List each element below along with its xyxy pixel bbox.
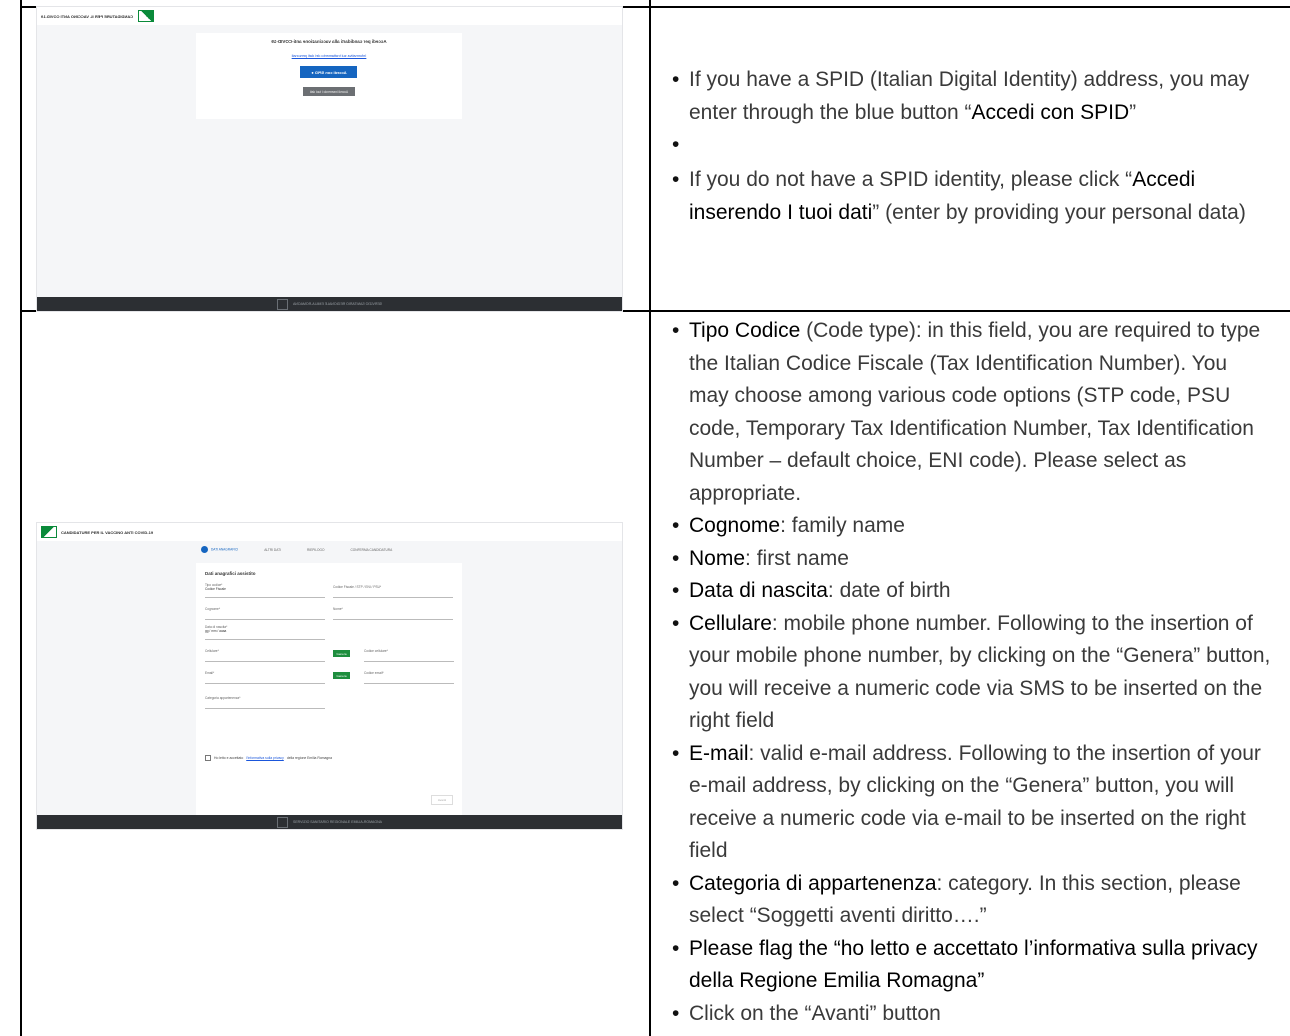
footer-text: SERVIZIO SANITARIO REGIONALE EMILIA-ROMA…: [293, 820, 382, 824]
tipo-codice-select[interactable]: Tipo codice* Codice Fiscale: [205, 583, 325, 598]
section-title: Dati anagrafici assistito: [205, 571, 256, 576]
form-instruction-item: E-mail: valid e-mail address. Following …: [672, 738, 1272, 868]
form-instruction-item: Cognome: family name: [672, 510, 1272, 543]
form-card: Dati anagrafici assistito Tipo codice* C…: [196, 563, 462, 815]
data-login-button[interactable]: Accedi inserendo i tuoi dati: [303, 87, 355, 96]
spid-login-button[interactable]: Accedi con SPID ●: [300, 66, 358, 78]
codice-fiscale-input[interactable]: Codice Fiscale / STP / ENI / PSU*: [333, 585, 453, 598]
login-header: CANDIDATURE PER IL VACCINO ANTI COVID-19: [37, 7, 622, 25]
instruction-no-spid: If you do not have a SPID identity, plea…: [672, 164, 1272, 229]
login-instructions: If you have a SPID (Italian Digital Iden…: [672, 64, 1272, 229]
form-instructions: Tipo Codice (Code type): in this field, …: [672, 315, 1272, 1030]
form-instruction-item: Tipo Codice (Code type): in this field, …: [672, 315, 1272, 510]
avanti-button[interactable]: Avanti: [431, 795, 453, 805]
cognome-input[interactable]: Cognome*: [205, 607, 325, 620]
privacy-info-link[interactable]: l'informativa sulla privacy: [246, 756, 284, 760]
step-2: ALTRI DATI: [264, 547, 281, 552]
cellulare-input[interactable]: Cellulare*: [205, 649, 325, 662]
form-instruction-item: Categoria di appartenenza: category. In …: [672, 868, 1272, 933]
spid-login-label: Accedi con SPID: [314, 69, 347, 75]
step-4: CONFERMA CANDIDATURA: [350, 547, 393, 552]
login-screenshot: CANDIDATURE PER IL VACCINO ANTI COVID-19…: [36, 6, 623, 312]
form-instruction-item: Please flag the “ho letto e accettato l’…: [672, 933, 1272, 998]
stepper: DATI ANAGRAFICI ALTRI DATI RIEPILOGO CON…: [201, 546, 392, 553]
footer-text: SERVIZIO SANITARIO REGIONALE EMILIA-ROMA…: [293, 302, 382, 306]
privacy-checkbox[interactable]: [205, 755, 211, 761]
form-instruction-item: Click on the “Avanti” button: [672, 998, 1272, 1031]
nome-input[interactable]: Nome*: [333, 607, 453, 620]
codice-cellulare-input[interactable]: Codice cellulare*: [364, 649, 454, 662]
categoria-select[interactable]: Categoria appartenenza*: [205, 696, 325, 709]
step-active-icon: [201, 546, 208, 553]
login-footer: SERVIZIO SANITARIO REGIONALE EMILIA-ROMA…: [37, 297, 622, 311]
login-card: Accedi per candidarti alla vaccinazione …: [196, 33, 462, 119]
privacy-link[interactable]: Informativa sul trattamento dei dati per…: [292, 54, 367, 58]
region-logo-icon: [138, 10, 155, 22]
form-footer: SERVIZIO SANITARIO REGIONALE EMILIA-ROMA…: [37, 815, 622, 829]
seal-icon: [277, 298, 289, 310]
spacer: [672, 129, 1272, 162]
form-header: CANDIDATURE PER IL VACCINO ANTI COVID-19: [37, 523, 622, 541]
seal-icon: [277, 816, 289, 828]
form-header-title: CANDIDATURE PER IL VACCINO ANTI COVID-19: [61, 529, 154, 535]
region-logo-icon: [41, 526, 57, 538]
data-nascita-input[interactable]: Data di nascita* gg / mm / aaaa: [205, 625, 325, 640]
login-header-title: CANDIDATURE PER IL VACCINO ANTI COVID-19: [41, 13, 134, 19]
form-instruction-item: Data di nascita: date of birth: [672, 575, 1272, 608]
table-left-border: [20, 0, 22, 1036]
table-column-divider: [649, 0, 651, 1036]
codice-email-input[interactable]: Codice email*: [364, 671, 454, 684]
email-input[interactable]: Email*: [205, 671, 325, 684]
form-instruction-item: Cellulare: mobile phone number. Followin…: [672, 608, 1272, 738]
user-icon: ●: [311, 69, 314, 75]
step-1: DATI ANAGRAFICI: [201, 546, 238, 553]
login-card-title: Accedi per candidarti alla vaccinazione …: [271, 39, 387, 44]
form-instruction-item: Nome: first name: [672, 543, 1272, 576]
instruction-spid: If you have a SPID (Italian Digital Iden…: [672, 64, 1272, 129]
step-3: RIEPILOGO: [306, 547, 325, 552]
privacy-consent[interactable]: Ho letto e accettato l'informativa sulla…: [205, 755, 332, 761]
registration-screenshot: CANDIDATURE PER IL VACCINO ANTI COVID-19…: [36, 522, 623, 830]
genera-sms-button[interactable]: Genera: [333, 650, 350, 657]
genera-email-button[interactable]: Genera: [333, 672, 350, 679]
